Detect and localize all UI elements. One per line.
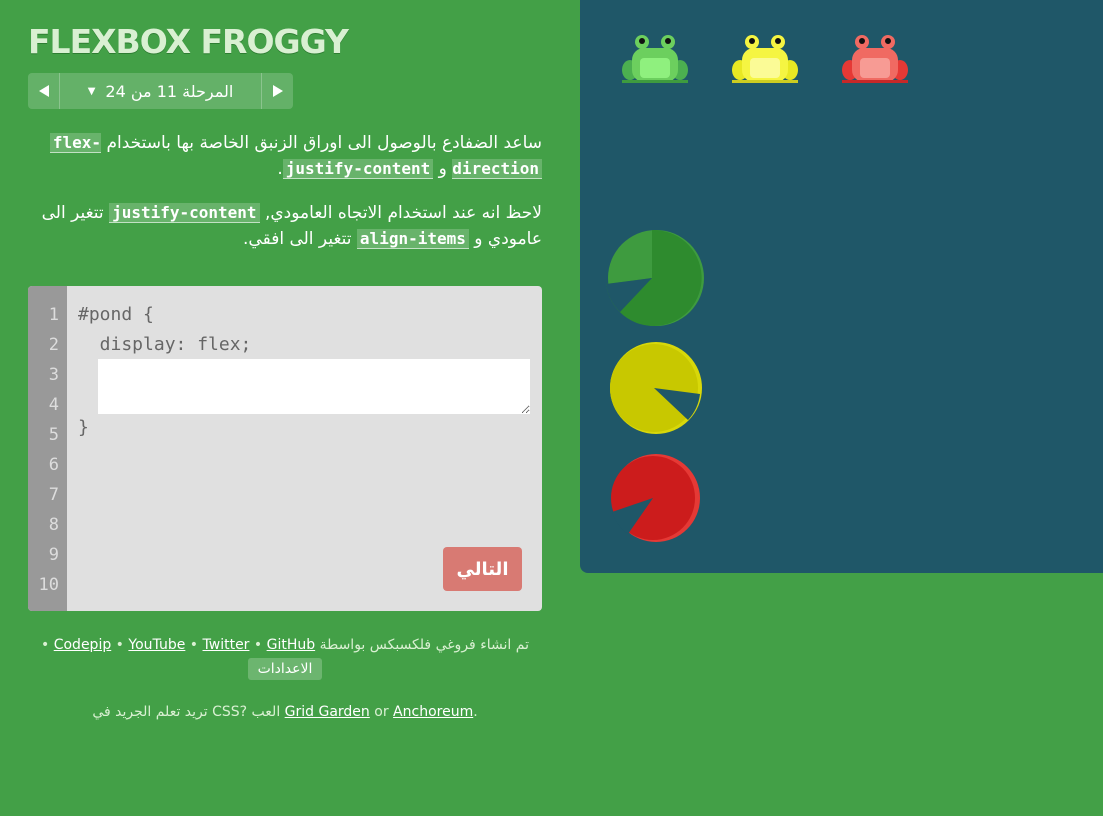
code-line-closing-brace: } — [78, 417, 89, 438]
code-line-1: #pond { — [78, 304, 154, 325]
frog-icon — [622, 35, 688, 83]
lilypad-icon — [606, 229, 704, 326]
code-keyword: align-items — [356, 229, 469, 249]
line-number: 5 — [48, 425, 59, 445]
line-number: 1 — [48, 305, 59, 325]
level-navigation: المرحلة 11 من 24 ▼ — [28, 73, 293, 109]
credit-text: تم انشاء فروغي فلكسبكس بواسطة — [319, 637, 529, 653]
instructions-paragraph-1: ساعد الضفادع بالوصول الى اوراق الزنبق ال… — [28, 130, 542, 182]
promo: تريد تعلم الجريد في CSS? العب Grid Garde… — [92, 704, 478, 720]
previous-level-button[interactable] — [28, 73, 60, 109]
line-number: 7 — [48, 485, 59, 505]
chevron-down-icon: ▼ — [87, 85, 96, 97]
level-indicator[interactable]: المرحلة 11 من 24 ▼ — [60, 73, 261, 109]
settings-button[interactable]: الاعدادات — [247, 658, 323, 680]
line-number: 2 — [48, 335, 59, 355]
frog-icon — [842, 35, 908, 83]
line-number: 8 — [48, 515, 59, 535]
promo-text: تريد تعلم الجريد في CSS? العب — [92, 704, 281, 720]
next-level-button[interactable] — [261, 73, 293, 109]
youtube-link[interactable]: YouTube — [128, 637, 185, 653]
line-numbers: 1 2 3 4 5 6 7 8 9 10 — [28, 286, 67, 611]
arrow-right-icon — [272, 85, 283, 97]
line-number: 6 — [48, 455, 59, 475]
twitter-link[interactable]: Twitter — [203, 637, 250, 653]
anchoreum-link[interactable]: Anchoreum — [393, 704, 473, 720]
line-number: 3 — [48, 365, 59, 385]
credits: تم انشاء فروغي فلكسبكس بواسطة Codepip • … — [28, 634, 542, 680]
level-label: المرحلة 11 من 24 — [105, 81, 234, 101]
lilypad-icon — [610, 342, 702, 434]
css-code-input[interactable] — [98, 359, 530, 414]
grid-garden-link[interactable]: Grid Garden — [285, 704, 370, 720]
instructions-paragraph-2: لاحظ انه عند استخدام الاتجاه العامودي, j… — [41, 203, 542, 249]
promo-or: or — [374, 704, 389, 720]
code-editor: 1 2 3 4 5 6 7 8 9 10 #pond { display: fl… — [28, 286, 542, 611]
frog-icon — [732, 35, 798, 83]
line-number: 9 — [48, 545, 59, 565]
code-keyword: justify-content — [282, 159, 434, 179]
code-area: #pond { display: flex; } التالي — [67, 286, 542, 611]
line-number: 10 — [38, 575, 59, 595]
line-number: 4 — [48, 395, 59, 415]
next-button[interactable]: التالي — [443, 547, 522, 591]
instructions: ساعد الضفادع بالوصول الى اوراق الزنبق ال… — [28, 130, 542, 270]
code-line-2: display: flex; — [78, 334, 252, 355]
arrow-left-icon — [38, 85, 49, 97]
github-link[interactable]: GitHub — [267, 637, 316, 653]
codepip-link[interactable]: Codepip — [54, 637, 112, 653]
lilypad-icon — [611, 454, 700, 542]
code-keyword: justify-content — [109, 203, 260, 223]
app-title: FLEXBOX FROGGY — [28, 22, 349, 61]
pond — [580, 0, 1103, 573]
